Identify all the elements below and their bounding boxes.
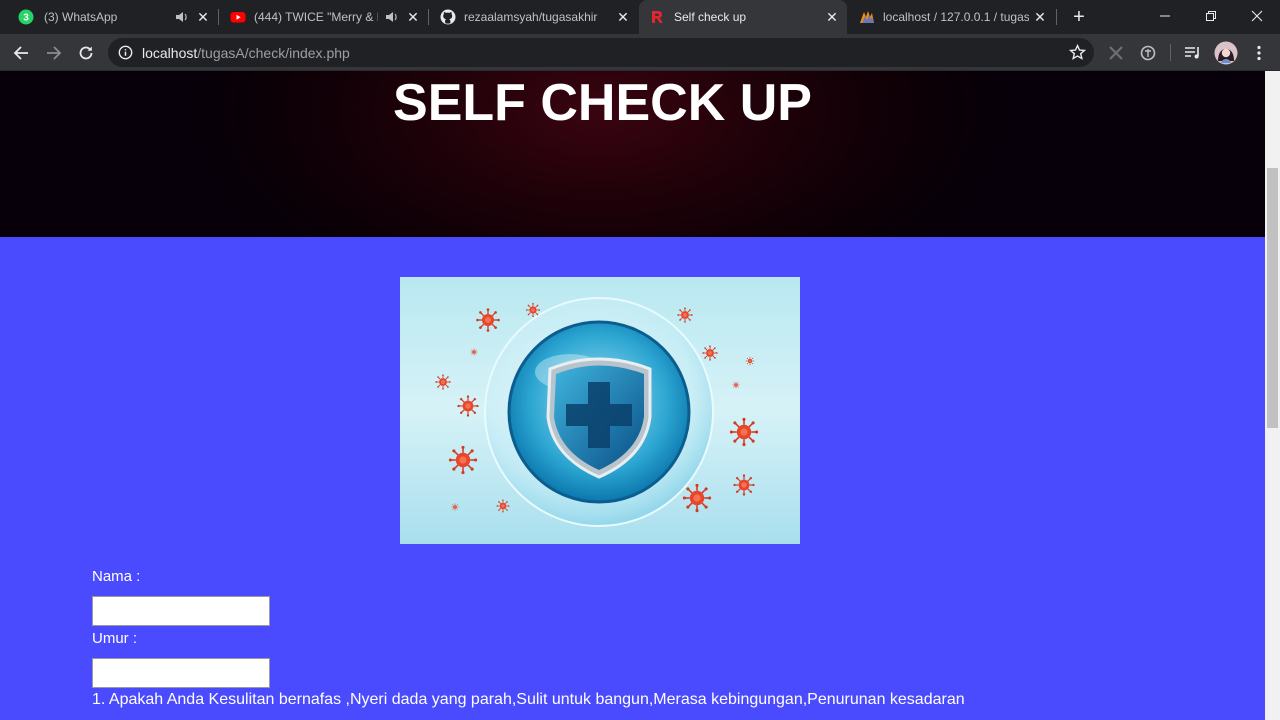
tab-title: Self check up bbox=[674, 10, 747, 24]
address-bar[interactable]: localhost/tugasA/check/index.php bbox=[108, 38, 1094, 67]
tab-strip: 3 (3) WhatsApp ✕ (444) TWICE "Merry & H … bbox=[0, 0, 1280, 34]
close-icon[interactable]: ✕ bbox=[615, 9, 631, 25]
browser-toolbar: localhost/tugasA/check/index.php bbox=[0, 34, 1280, 71]
whatsapp-badge: 3 bbox=[23, 13, 29, 24]
speaker-icon[interactable] bbox=[385, 9, 399, 25]
restore-button[interactable] bbox=[1188, 0, 1234, 32]
arrow-left-icon bbox=[13, 46, 28, 60]
profile-button[interactable] bbox=[1214, 41, 1238, 65]
minimize-icon bbox=[1160, 15, 1170, 17]
whatsapp-icon: 3 bbox=[18, 9, 34, 25]
arrow-right-icon bbox=[47, 46, 62, 60]
page-viewport: SELF CHECK UP Nama: Umur: 1. Apakah An… bbox=[0, 71, 1265, 720]
tab-github[interactable]: rezaalamsyah/tugasakhir ✕ bbox=[430, 0, 638, 34]
tab-youtube[interactable]: (444) TWICE "Merry & H ✕ bbox=[220, 0, 428, 34]
close-window-icon bbox=[1251, 10, 1263, 22]
r-logo-icon bbox=[652, 11, 663, 23]
tab-phpmyadmin[interactable]: localhost / 127.0.0.1 / tugas ✕ bbox=[849, 0, 1057, 34]
close-window-button[interactable] bbox=[1234, 0, 1280, 32]
name-label: Nama : bbox=[92, 568, 141, 585]
tab-divider bbox=[428, 9, 429, 25]
age-label: Umur : bbox=[92, 630, 137, 647]
youtube-icon bbox=[230, 12, 246, 23]
tab-divider bbox=[218, 9, 219, 25]
reload-button[interactable] bbox=[72, 39, 100, 67]
url-host: localhost bbox=[142, 45, 198, 61]
tab-title: rezaalamsyah/tugasakhir bbox=[464, 10, 598, 24]
scrollbar-thumb[interactable] bbox=[1267, 168, 1278, 428]
tab-title: (444) TWICE "Merry & H bbox=[254, 10, 378, 24]
close-icon[interactable]: ✕ bbox=[1032, 9, 1048, 25]
tab-divider bbox=[1056, 9, 1057, 25]
playlist-icon bbox=[1185, 47, 1199, 59]
extension-x-button[interactable] bbox=[1106, 43, 1126, 63]
extension-button[interactable] bbox=[1138, 43, 1158, 63]
forward-button[interactable] bbox=[40, 39, 68, 67]
name-field[interactable] bbox=[92, 596, 270, 626]
close-icon[interactable]: ✕ bbox=[195, 9, 211, 25]
virus-protection-shield-illustration bbox=[400, 277, 800, 544]
avatar bbox=[1214, 41, 1238, 65]
hero-banner: SELF CHECK UP bbox=[0, 71, 1265, 237]
media-controls-button[interactable] bbox=[1183, 43, 1203, 63]
tab-self-check-up[interactable]: Self check up ✕ bbox=[639, 0, 847, 34]
tab-whatsapp[interactable]: 3 (3) WhatsApp ✕ bbox=[8, 0, 216, 34]
toolbar-divider bbox=[1170, 44, 1171, 61]
speaker-icon[interactable] bbox=[175, 9, 189, 25]
age-field[interactable] bbox=[92, 658, 270, 688]
menu-button[interactable] bbox=[1249, 43, 1269, 63]
extension-icon bbox=[1140, 45, 1156, 61]
tab-title: localhost / 127.0.0.1 / tugas bbox=[883, 10, 1029, 24]
tab-title: (3) WhatsApp bbox=[44, 10, 118, 24]
reload-icon bbox=[79, 46, 93, 60]
phpmyadmin-icon bbox=[860, 11, 874, 23]
minimize-button[interactable] bbox=[1142, 0, 1188, 32]
info-icon[interactable] bbox=[118, 45, 133, 60]
new-tab-button[interactable]: + bbox=[1068, 6, 1090, 28]
bookmark-star-icon[interactable] bbox=[1069, 44, 1086, 61]
more-vert-icon bbox=[1257, 45, 1261, 61]
page-content: Nama : Umur : 1. Apakah Anda Kesulitan b… bbox=[0, 237, 1265, 720]
page-title: SELF CHECK UP bbox=[393, 74, 812, 132]
back-button[interactable] bbox=[7, 39, 35, 67]
url-path: /tugasA/check/index.php bbox=[197, 45, 350, 61]
question-1-text: 1. Apakah Anda Kesulitan bernafas ,Nyeri… bbox=[92, 691, 965, 708]
close-icon[interactable]: ✕ bbox=[405, 9, 421, 25]
x-extension-icon bbox=[1109, 46, 1123, 60]
restore-icon bbox=[1206, 11, 1216, 21]
url-text[interactable]: localhost/tugasA/check/index.php bbox=[142, 45, 350, 61]
close-icon[interactable]: ✕ bbox=[824, 9, 840, 25]
github-icon bbox=[440, 9, 456, 25]
